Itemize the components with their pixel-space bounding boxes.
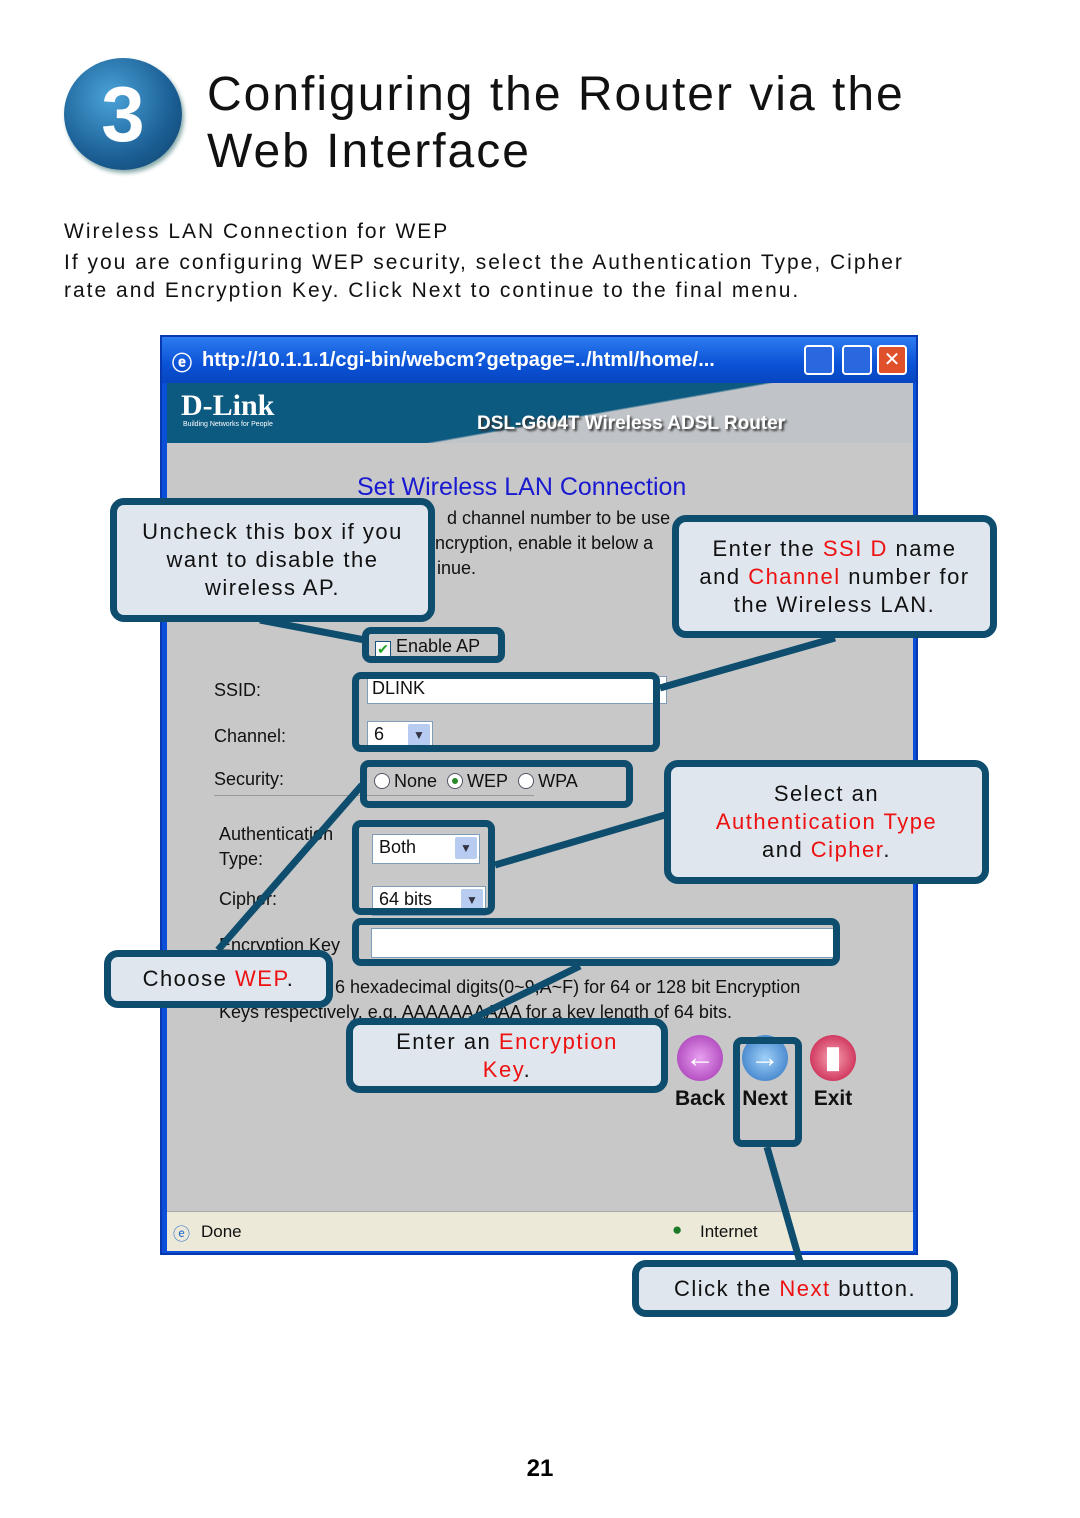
connector (763, 1146, 804, 1263)
highlight-ssid-channel (352, 672, 660, 752)
connector (659, 634, 836, 692)
callout-text: Enter the SSI D name and Channel number … (699, 535, 970, 617)
highlight-enable-ap (362, 627, 505, 663)
callout-text: and Cipher. (761, 837, 892, 862)
callout-text: Uncheck this box if you want to disable … (142, 519, 403, 600)
callout-text: Click the Next button. (673, 1275, 917, 1301)
callout-encryption-key: Enter an Encryption Key. (346, 1018, 668, 1093)
callout-enable-ap: Uncheck this box if you want to disable … (110, 498, 435, 622)
highlight-auth-cipher (352, 820, 495, 915)
page-number: 21 (526, 1455, 554, 1482)
highlight-next (733, 1037, 802, 1147)
callout-wep: Choose WEP. (104, 950, 333, 1008)
callout-next: Click the Next button. (632, 1260, 958, 1317)
callout-text: Select an (773, 781, 880, 806)
callout-text: Authentication Type (715, 809, 938, 834)
connector (468, 962, 582, 1024)
connector (494, 811, 666, 869)
connector (259, 616, 366, 644)
connector (215, 782, 365, 953)
highlight-security (360, 760, 633, 808)
highlight-encryption-key (352, 918, 840, 966)
callout-text: Choose WEP. (142, 966, 295, 991)
callout-auth: Select an Authentication Type and Cipher. (664, 760, 989, 884)
callout-text: Enter an Encryption Key. (396, 1028, 618, 1082)
callout-ssid: Enter the SSI D name and Channel number … (672, 515, 997, 638)
